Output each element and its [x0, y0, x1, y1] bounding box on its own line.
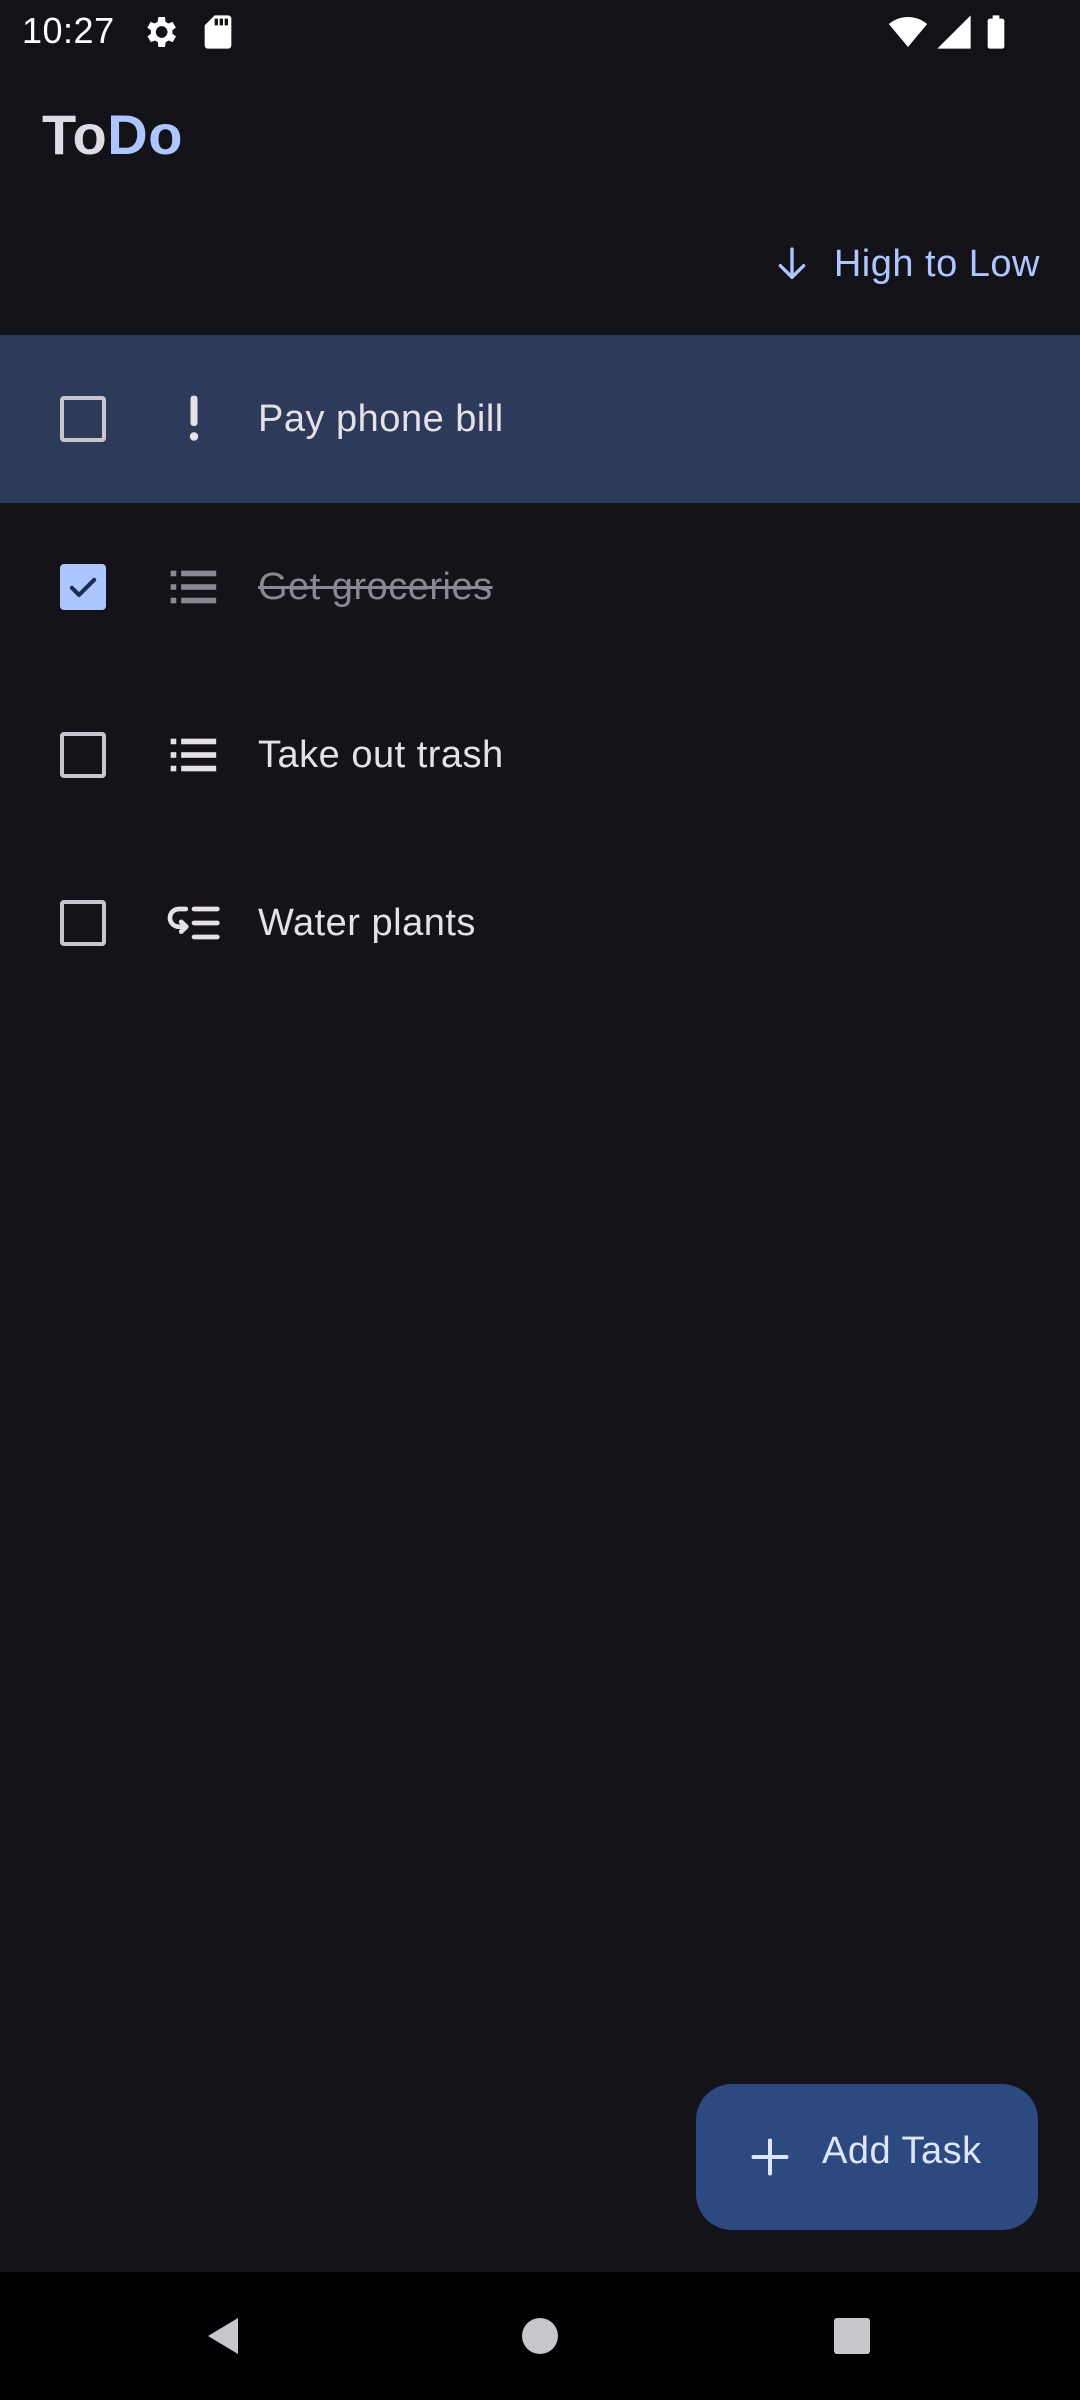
battery-icon: [987, 15, 1005, 49]
task-list: Pay phone bill Get groceries Take out tr…: [0, 335, 1080, 1007]
task-row[interactable]: Water plants: [0, 839, 1080, 1007]
list-icon: [170, 738, 217, 772]
sort-button[interactable]: High to Low: [772, 232, 1040, 296]
exclamation-icon: [189, 395, 199, 441]
task-checkbox[interactable]: [60, 396, 106, 442]
add-task-label: Add Task: [822, 2130, 982, 2172]
add-task-button[interactable]: Add Task: [696, 2084, 1038, 2230]
task-checkbox[interactable]: [60, 732, 106, 778]
app-title: ToDo: [42, 102, 183, 167]
list-icon: [170, 570, 217, 604]
app-title-do: Do: [107, 103, 183, 166]
task-title: Pay phone bill: [258, 397, 504, 440]
signal-icon: [937, 15, 971, 49]
low-priority-list-icon: [167, 906, 220, 940]
top-app-bar: ToDo High to Low: [0, 62, 1080, 332]
task-title: Take out trash: [258, 733, 504, 776]
app-title-to: To: [42, 103, 108, 166]
sort-label: High to Low: [833, 242, 1040, 285]
status-bar: 10:27: [0, 0, 1080, 62]
status-time: 10:27: [22, 10, 115, 51]
arrow-down-icon: [778, 247, 806, 279]
gear-icon: [147, 17, 176, 47]
task-row[interactable]: Take out trash: [0, 671, 1080, 839]
task-title: Water plants: [258, 901, 476, 944]
home-icon[interactable]: [516, 2312, 564, 2360]
wifi-icon: [888, 17, 928, 47]
plus-icon: [751, 2138, 789, 2176]
back-icon[interactable]: [200, 2312, 248, 2360]
task-row[interactable]: Pay phone bill: [0, 335, 1080, 503]
system-nav-bar: [0, 2272, 1080, 2400]
todo-screen: 10:27 ToDo High to Low Pay phone bill Ge…: [0, 0, 1080, 2400]
sd-card-icon: [204, 15, 232, 49]
task-checkbox[interactable]: [60, 900, 106, 946]
task-row[interactable]: Get groceries: [0, 503, 1080, 671]
checkmark-icon: [69, 577, 97, 597]
recents-icon[interactable]: [828, 2312, 876, 2360]
task-title: Get groceries: [258, 565, 493, 608]
task-checkbox[interactable]: [60, 564, 106, 610]
